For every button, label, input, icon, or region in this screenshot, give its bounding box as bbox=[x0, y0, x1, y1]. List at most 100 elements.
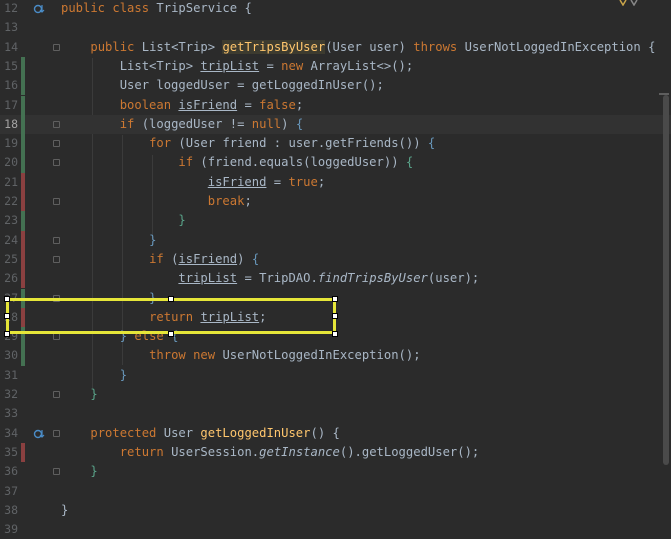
code-text[interactable]: } bbox=[61, 366, 127, 385]
code-line[interactable]: 19 for (User friend : user.getFriends())… bbox=[0, 134, 671, 154]
vcs-change-marker[interactable] bbox=[21, 346, 25, 366]
override-gutter-icon[interactable] bbox=[33, 428, 45, 440]
code-line[interactable]: 21 isFriend = true; bbox=[0, 172, 671, 192]
code-line[interactable]: 16 User loggedUser = getLoggedInUser(); bbox=[0, 76, 671, 96]
resize-handle-middle-left[interactable] bbox=[4, 313, 10, 319]
code-line[interactable]: 38} bbox=[0, 501, 671, 520]
code-text[interactable]: } bbox=[61, 501, 68, 520]
fold-toggle-icon[interactable] bbox=[53, 159, 60, 167]
vcs-change-marker[interactable] bbox=[21, 153, 25, 173]
code-text[interactable]: } bbox=[61, 231, 156, 250]
code-line[interactable]: 34 protected User getLoggedInUser() { bbox=[0, 424, 671, 443]
fold-toggle-icon[interactable] bbox=[53, 468, 60, 476]
line-number: 36 bbox=[4, 464, 18, 479]
code-text[interactable]: } bbox=[61, 385, 97, 404]
code-line[interactable]: 18 if (loggedUser != null) { bbox=[0, 114, 671, 135]
line-number: 13 bbox=[4, 20, 18, 35]
vcs-change-marker[interactable] bbox=[21, 134, 25, 154]
code-line[interactable]: 33 bbox=[0, 404, 671, 423]
code-line[interactable]: 31 } bbox=[0, 366, 671, 385]
fold-toggle-icon[interactable] bbox=[53, 429, 60, 437]
vcs-change-marker[interactable] bbox=[21, 442, 25, 463]
warning-indicator-icon[interactable] bbox=[619, 0, 641, 6]
resize-handle-top-center[interactable] bbox=[168, 296, 174, 302]
code-text[interactable]: boolean isFriend = false; bbox=[61, 96, 303, 115]
code-line[interactable]: 32 } bbox=[0, 385, 671, 404]
fold-toggle-icon[interactable] bbox=[53, 255, 60, 263]
code-line[interactable]: 25 if (isFriend) { bbox=[0, 249, 671, 270]
fold-toggle-icon[interactable] bbox=[53, 333, 60, 341]
code-line[interactable]: 13 bbox=[0, 18, 671, 37]
fold-toggle-icon[interactable] bbox=[53, 236, 60, 244]
code-line[interactable]: 15 List<Trip> tripList = new ArrayList<>… bbox=[0, 56, 671, 77]
code-token: findTripsByUser bbox=[317, 271, 428, 286]
selection-rectangle[interactable] bbox=[6, 298, 336, 334]
code-token: getTripsByUser bbox=[222, 39, 326, 54]
code-text[interactable]: } bbox=[61, 211, 185, 230]
code-text[interactable]: isFriend = true; bbox=[61, 173, 325, 192]
code-line[interactable]: 17 boolean isFriend = false; bbox=[0, 95, 671, 115]
vcs-change-marker[interactable] bbox=[21, 56, 25, 77]
code-token: () bbox=[310, 425, 333, 440]
code-text[interactable]: throw new UserNotLoggedInException(); bbox=[61, 346, 421, 365]
code-line[interactable]: 37 bbox=[0, 482, 671, 501]
code-line[interactable]: 20 if (friend.equals(loggedUser)) { bbox=[0, 153, 671, 173]
code-text[interactable]: public class TripService { bbox=[61, 0, 252, 18]
override-gutter-icon[interactable] bbox=[33, 3, 45, 15]
code-text[interactable]: User loggedUser = getLoggedInUser(); bbox=[61, 76, 384, 95]
code-text[interactable]: if (friend.equals(loggedUser)) { bbox=[61, 153, 413, 172]
resize-handle-bottom-right[interactable] bbox=[332, 331, 338, 337]
resize-handle-top-left[interactable] bbox=[4, 296, 10, 302]
fold-toggle-icon[interactable] bbox=[53, 120, 60, 128]
code-text[interactable]: } bbox=[61, 462, 97, 481]
code-token: TripService bbox=[156, 1, 245, 15]
code-text[interactable]: for (User friend : user.getFriends()) { bbox=[61, 134, 435, 153]
code-token: ) bbox=[237, 251, 252, 266]
code-line[interactable]: 39 bbox=[0, 520, 671, 539]
code-text[interactable]: return UserSession.getInstance().getLogg… bbox=[61, 443, 480, 462]
vertical-scrollbar[interactable] bbox=[663, 95, 669, 465]
fold-toggle-icon[interactable] bbox=[53, 140, 60, 148]
code-line[interactable]: 30 throw new UserNotLoggedInException(); bbox=[0, 346, 671, 366]
code-line[interactable]: 22 break; bbox=[0, 192, 671, 212]
code-token: List<Trip> bbox=[141, 39, 223, 54]
vcs-change-marker[interactable] bbox=[21, 114, 25, 135]
code-text[interactable]: List<Trip> tripList = new ArrayList<>(); bbox=[61, 57, 414, 76]
code-line[interactable]: 12 public class TripService { bbox=[0, 0, 671, 18]
code-line[interactable]: 36 } bbox=[0, 462, 671, 481]
code-text[interactable]: tripList = TripDAO.findTripsByUser(user)… bbox=[61, 269, 479, 288]
vcs-change-marker[interactable] bbox=[21, 76, 25, 96]
resize-handle-bottom-center[interactable] bbox=[168, 331, 174, 337]
code-token: ; bbox=[317, 174, 326, 189]
code-text[interactable]: protected User getLoggedInUser() { bbox=[61, 424, 339, 443]
code-text[interactable]: public List<Trip> getTripsByUser(User us… bbox=[61, 38, 655, 57]
code-token: (loggedUser != bbox=[141, 116, 252, 131]
code-text[interactable]: if (isFriend) { bbox=[61, 250, 259, 269]
vcs-change-marker[interactable] bbox=[21, 269, 25, 289]
resize-handle-top-right[interactable] bbox=[332, 296, 338, 302]
code-line[interactable]: 35 return UserSession.getInstance().getL… bbox=[0, 442, 671, 463]
code-line[interactable]: 23 } bbox=[0, 211, 671, 231]
vcs-change-marker[interactable] bbox=[21, 249, 25, 270]
code-editor[interactable]: 12 public class TripService { 13 14 public … bbox=[0, 0, 671, 536]
line-number: 35 bbox=[4, 444, 18, 459]
resize-handle-bottom-left[interactable] bbox=[4, 331, 10, 337]
code-text[interactable]: if (loggedUser != null) { bbox=[61, 115, 303, 134]
resize-handle-middle-right[interactable] bbox=[332, 313, 338, 319]
code-line[interactable]: 26 tripList = TripDAO.findTripsByUser(us… bbox=[0, 269, 671, 289]
fold-toggle-icon[interactable] bbox=[53, 391, 60, 398]
fold-toggle-icon[interactable] bbox=[53, 43, 60, 51]
vcs-change-marker[interactable] bbox=[21, 230, 25, 250]
code-text[interactable]: break; bbox=[61, 192, 252, 211]
vcs-change-marker[interactable] bbox=[21, 192, 25, 212]
line-number: 17 bbox=[4, 97, 18, 112]
vcs-change-marker[interactable] bbox=[21, 95, 25, 115]
vcs-change-marker[interactable] bbox=[21, 211, 25, 231]
code-line[interactable]: 24 } bbox=[0, 230, 671, 250]
code-token: { bbox=[427, 136, 436, 151]
code-line[interactable]: 14 public List<Trip> getTripsByUser(User… bbox=[0, 38, 671, 57]
fold-toggle-icon[interactable] bbox=[53, 198, 60, 205]
vcs-change-marker[interactable] bbox=[21, 172, 25, 192]
code-token: { bbox=[648, 39, 656, 54]
